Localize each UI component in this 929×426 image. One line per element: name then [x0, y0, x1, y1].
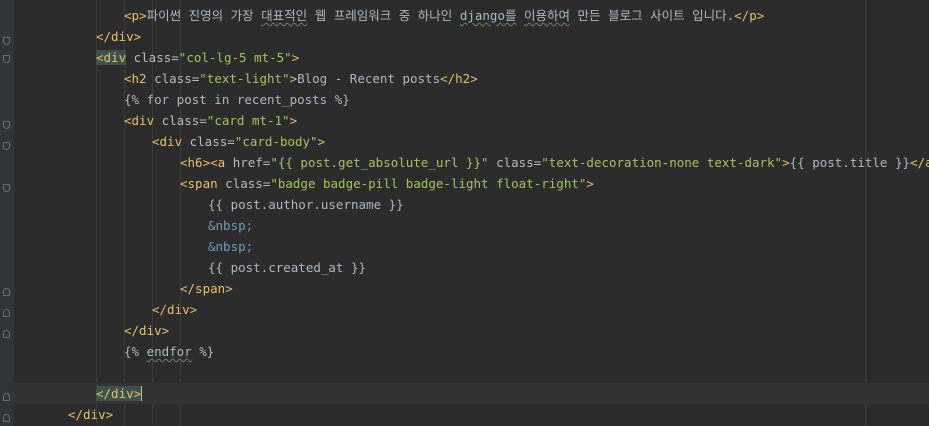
code-line[interactable]: <h2 class="text-light">Blog - Recent pos…	[14, 68, 929, 89]
code-editor[interactable]: <p>파이썬 진영의 가장 대표적인 웹 프레임워크 중 하나인 django를…	[0, 0, 929, 426]
text-caret	[141, 386, 143, 401]
code-token: <h2	[124, 71, 147, 86]
code-token: </h2>	[440, 71, 478, 86]
code-line[interactable]: </div>	[14, 299, 929, 320]
code-token: "text-decoration-none text-dark"	[541, 155, 783, 170]
code-line[interactable]: {% endfor %}	[14, 341, 929, 362]
fold-marker-icon[interactable]	[3, 37, 10, 45]
code-area[interactable]: <p>파이썬 진영의 가장 대표적인 웹 프레임워크 중 하나인 django를…	[14, 0, 929, 426]
code-token: >	[289, 113, 298, 128]
fold-marker-icon[interactable]	[3, 414, 10, 422]
code-token: django를	[459, 8, 517, 23]
code-token: {%	[124, 344, 147, 359]
code-token: <div	[96, 50, 127, 65]
code-line[interactable]: <div class="col-lg-5 mt-5">	[14, 47, 929, 68]
code-token: <p>	[124, 8, 147, 23]
code-line[interactable]: {{ post.created_at }}	[14, 257, 929, 278]
code-token: >	[289, 71, 298, 86]
code-token: class=	[182, 134, 235, 149]
code-token: <a	[210, 155, 226, 170]
fold-marker-icon[interactable]	[3, 330, 10, 338]
code-token: 이용하여	[524, 8, 571, 23]
fold-marker-icon[interactable]	[3, 184, 10, 192]
code-token: "card-body"	[234, 134, 318, 149]
code-token: 웹 프레임워크 중 하나인	[307, 8, 460, 23]
code-token: {% for post in recent_posts %}	[124, 92, 350, 107]
code-line[interactable]: {% for post in recent_posts %}	[14, 89, 929, 110]
code-token: Blog - Recent posts	[297, 71, 441, 86]
code-token: <h6>	[180, 155, 211, 170]
code-token: </div>	[124, 323, 170, 338]
code-line[interactable]	[14, 362, 929, 383]
code-line[interactable]: &nbsp;	[14, 236, 929, 257]
code-token: {{ post.author.username }}	[208, 197, 404, 212]
code-token: "text-light"	[199, 71, 290, 86]
code-token: </div>	[96, 29, 142, 44]
fold-marker-icon[interactable]	[3, 121, 10, 129]
code-token: class=	[126, 50, 179, 65]
code-line[interactable]: <div class="card-body">	[14, 131, 929, 152]
code-token: </div>	[152, 302, 198, 317]
code-token: class=	[217, 176, 271, 191]
editor-gutter[interactable]	[0, 0, 14, 426]
fold-marker-icon[interactable]	[3, 288, 10, 296]
code-token: </div>	[96, 386, 142, 401]
fold-marker-icon[interactable]	[3, 55, 10, 63]
code-token: &nbsp;	[208, 239, 254, 254]
code-line[interactable]: </div>	[14, 26, 929, 47]
code-line[interactable]: <h6><a href="{{ post.get_absolute_url }}…	[14, 152, 929, 173]
code-token: 대표적인	[261, 8, 308, 23]
code-token: <div	[124, 113, 155, 128]
fold-marker-icon[interactable]	[3, 142, 10, 150]
code-token: &nbsp;	[208, 218, 254, 233]
code-token: </div>	[68, 407, 114, 422]
code-line[interactable]: </div>	[14, 404, 929, 425]
code-token: 만든 블로그 사이트 입니다.	[570, 8, 735, 23]
code-line[interactable]: <span class="badge badge-pill badge-ligh…	[14, 173, 929, 194]
code-line[interactable]: <div class="card mt-1">	[14, 110, 929, 131]
code-token: {{ post.created_at }}	[208, 260, 367, 275]
code-line[interactable]: {{ post.author.username }}	[14, 194, 929, 215]
code-line-current[interactable]: </div>	[14, 383, 929, 404]
fold-marker-icon[interactable]	[3, 309, 10, 317]
code-token: >	[586, 176, 594, 191]
code-token: href=	[225, 155, 271, 170]
code-token: </a>	[910, 155, 929, 170]
code-token: 파이썬 진영의 가장	[146, 8, 262, 23]
code-token: {{ post.title }}	[789, 155, 911, 170]
code-line[interactable]: </span>	[14, 278, 929, 299]
code-token: "col-lg-5 mt-5"	[178, 50, 292, 65]
code-line[interactable]: &nbsp;	[14, 215, 929, 236]
code-token: <div	[152, 134, 183, 149]
code-token: "card mt-1"	[206, 113, 290, 128]
code-token: class=	[154, 113, 207, 128]
code-token: class=	[488, 155, 542, 170]
code-token: "badge badge-pill badge-light float-righ…	[270, 176, 587, 191]
fold-marker-icon[interactable]	[3, 393, 10, 401]
code-token: <span	[180, 176, 218, 191]
code-token: class=	[146, 71, 200, 86]
code-line[interactable]: </div>	[14, 320, 929, 341]
code-token: endfor	[146, 344, 192, 359]
code-token: >	[782, 155, 790, 170]
code-token: "{{ post.get_absolute_url }}"	[270, 155, 489, 170]
code-token: %}	[191, 344, 215, 359]
code-token: </span>	[180, 281, 233, 296]
code-token: >	[291, 50, 300, 65]
code-token: >	[317, 134, 326, 149]
code-line[interactable]: <p>파이썬 진영의 가장 대표적인 웹 프레임워크 중 하나인 django를…	[14, 5, 929, 26]
code-token: </p>	[734, 8, 765, 23]
